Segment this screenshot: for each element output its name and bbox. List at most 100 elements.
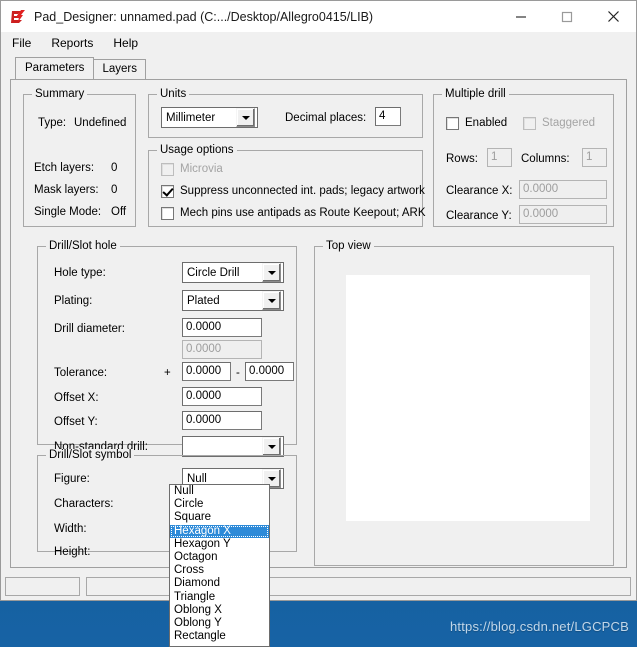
- plating-combobox[interactable]: Plated: [182, 290, 284, 311]
- dropdown-item-diamond[interactable]: Diamond: [170, 577, 269, 590]
- clearance-x-label: Clearance X:: [446, 185, 512, 198]
- summary-type-value: Undefined: [74, 117, 126, 130]
- tab-layers[interactable]: Layers: [93, 59, 146, 79]
- microvia-checkbox-row[interactable]: Microvia: [161, 163, 223, 176]
- usage-options-group: Usage options Microvia Suppress unconnec…: [148, 150, 423, 227]
- summary-group: Summary Type: Undefined Etch layers: 0 M…: [23, 94, 136, 227]
- window-title: Pad_Designer: unnamed.pad (C:.../Desktop…: [34, 10, 373, 24]
- dropdown-item-hexagon-x[interactable]: Hexagon X: [170, 525, 269, 538]
- dropdown-item-hexagon-y[interactable]: Hexagon Y: [170, 538, 269, 551]
- menu-bar: File Reports Help: [1, 32, 636, 54]
- menu-item-help[interactable]: Help: [111, 34, 147, 52]
- multiple-drill-enabled-row[interactable]: Enabled: [446, 117, 507, 130]
- decimal-places-input[interactable]: 4: [375, 107, 401, 126]
- summary-group-title: Summary: [32, 88, 87, 100]
- minimize-button[interactable]: [498, 1, 544, 32]
- drill-diameter-secondary-input[interactable]: 0.0000: [182, 340, 262, 359]
- units-combobox-value: Millimeter: [162, 112, 236, 124]
- minimize-icon: [515, 11, 527, 23]
- clearance-x-input[interactable]: 0.0000: [519, 180, 607, 199]
- units-group: Units Millimeter Decimal places: 4: [148, 94, 423, 138]
- clearance-y-label: Clearance Y:: [446, 210, 512, 223]
- cadence-logo-icon: [9, 8, 27, 26]
- menu-item-file[interactable]: File: [10, 34, 40, 52]
- watermark-text: https://blog.csdn.net/LGCPCB: [450, 619, 629, 634]
- units-group-title: Units: [157, 88, 189, 100]
- chevron-down-icon[interactable]: [236, 108, 255, 127]
- dropdown-item-cross[interactable]: Cross: [170, 564, 269, 577]
- tolerance-minus-sign: -: [236, 367, 240, 380]
- drill-slot-symbol-group-title: Drill/Slot symbol: [46, 449, 134, 461]
- summary-etch-layers-value: 0: [111, 162, 117, 175]
- dropdown-item-rectangle[interactable]: Rectangle: [170, 630, 269, 643]
- summary-mask-layers-value: 0: [111, 184, 117, 197]
- summary-single-mode-value: Off: [111, 206, 126, 219]
- microvia-checkbox: [161, 163, 174, 176]
- dropdown-item-triangle[interactable]: Triangle: [170, 591, 269, 604]
- dropdown-item-null[interactable]: Null: [170, 485, 269, 498]
- dropdown-item-octagon[interactable]: Octagon: [170, 551, 269, 564]
- offset-y-input[interactable]: 0.0000: [182, 411, 262, 430]
- enabled-label: Enabled: [465, 117, 507, 130]
- chevron-down-icon[interactable]: [262, 263, 281, 282]
- drill-diameter-label: Drill diameter:: [54, 323, 125, 336]
- chevron-down-icon[interactable]: [262, 291, 281, 310]
- microvia-label: Microvia: [180, 163, 223, 176]
- close-icon: [607, 10, 620, 23]
- plating-label: Plating:: [54, 295, 92, 308]
- top-view-canvas[interactable]: [346, 275, 590, 521]
- tolerance-plus-input[interactable]: 0.0000: [182, 362, 231, 381]
- mech-pins-antipads-label: Mech pins use antipads as Route Keepout;…: [180, 207, 426, 220]
- staggered-checkbox: [523, 117, 536, 130]
- dropdown-item-circle[interactable]: Circle: [170, 498, 269, 511]
- chevron-down-icon[interactable]: [262, 437, 281, 456]
- tolerance-minus-input[interactable]: 0.0000: [245, 362, 294, 381]
- clearance-y-input[interactable]: 0.0000: [519, 205, 607, 224]
- columns-input[interactable]: 1: [582, 148, 607, 167]
- figure-dropdown-list[interactable]: Null Circle Square Hexagon X Hexagon Y O…: [169, 484, 270, 647]
- multiple-drill-group: Multiple drill Enabled Staggered Rows: 1…: [433, 94, 614, 227]
- client-area: Parameters Layers Summary Type: Undefine…: [1, 54, 636, 572]
- multiple-drill-staggered-row: Staggered: [523, 117, 595, 130]
- drill-slot-hole-group-title: Drill/Slot hole: [46, 240, 120, 252]
- title-bar[interactable]: Pad_Designer: unnamed.pad (C:.../Desktop…: [1, 1, 636, 32]
- plating-combobox-value: Plated: [183, 295, 262, 307]
- dropdown-item-oblong-x[interactable]: Oblong X: [170, 604, 269, 617]
- rows-input[interactable]: 1: [487, 148, 512, 167]
- dropdown-item-square[interactable]: Square: [170, 511, 269, 524]
- width-label: Width:: [54, 523, 87, 536]
- height-label: Height:: [54, 546, 90, 559]
- offset-x-input[interactable]: 0.0000: [182, 387, 262, 406]
- top-view-group-title: Top view: [323, 240, 374, 252]
- menu-item-reports[interactable]: Reports: [49, 34, 102, 52]
- non-standard-drill-combobox[interactable]: [182, 436, 284, 457]
- suppress-unconnected-checkbox-row[interactable]: Suppress unconnected int. pads; legacy a…: [161, 185, 425, 198]
- figure-label: Figure:: [54, 473, 90, 486]
- characters-label: Characters:: [54, 498, 113, 511]
- maximize-icon: [561, 11, 573, 23]
- staggered-label: Staggered: [542, 117, 595, 130]
- tolerance-label: Tolerance:: [54, 367, 107, 380]
- tab-parameters[interactable]: Parameters: [15, 57, 94, 79]
- close-button[interactable]: [590, 1, 636, 32]
- columns-label: Columns:: [521, 153, 570, 166]
- units-combobox[interactable]: Millimeter: [161, 107, 258, 128]
- hole-type-combobox-value: Circle Drill: [183, 267, 262, 279]
- offset-x-label: Offset X:: [54, 392, 99, 405]
- application-window: Pad_Designer: unnamed.pad (C:.../Desktop…: [0, 0, 637, 601]
- drill-diameter-input[interactable]: 0.0000: [182, 318, 262, 337]
- drill-slot-hole-group: Drill/Slot hole Hole type: Circle Drill …: [37, 246, 297, 445]
- hole-type-combobox[interactable]: Circle Drill: [182, 262, 284, 283]
- mech-pins-antipads-checkbox-row[interactable]: Mech pins use antipads as Route Keepout;…: [161, 207, 426, 220]
- top-view-group: Top view: [314, 246, 614, 566]
- status-bar: [1, 572, 636, 600]
- summary-single-mode-label: Single Mode:: [34, 206, 101, 219]
- maximize-button[interactable]: [544, 1, 590, 32]
- offset-y-label: Offset Y:: [54, 416, 98, 429]
- window-controls: [498, 1, 636, 32]
- summary-etch-layers-label: Etch layers:: [34, 162, 94, 175]
- summary-type-label: Type:: [38, 117, 66, 130]
- tolerance-plus-sign: +: [164, 367, 171, 380]
- enabled-checkbox: [446, 117, 459, 130]
- dropdown-item-oblong-y[interactable]: Oblong Y: [170, 617, 269, 630]
